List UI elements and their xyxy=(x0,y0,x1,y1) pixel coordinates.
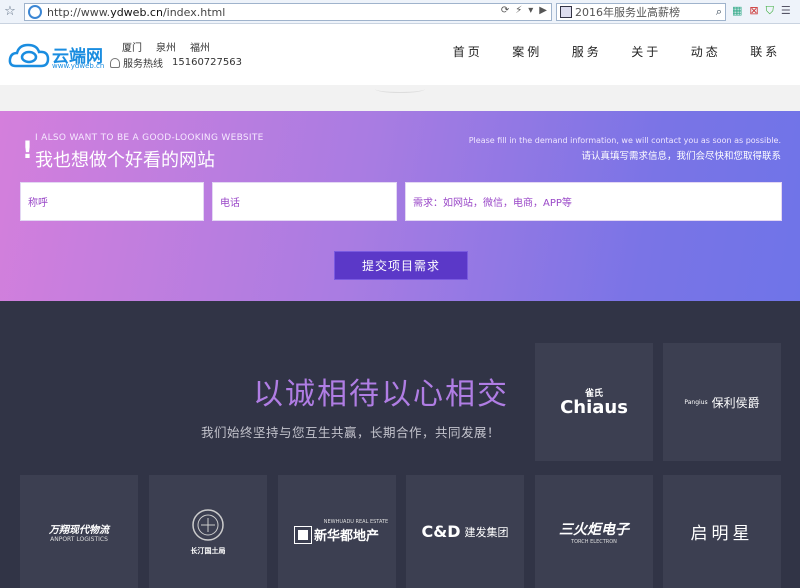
dropdown-arrow-icon[interactable]: ▾ xyxy=(528,5,533,16)
nav-item-news[interactable]: 动态 xyxy=(676,43,736,60)
city-item[interactable]: 厦门 xyxy=(122,39,142,54)
hotline-number: 15160727563 xyxy=(172,57,242,68)
client-tile-anport[interactable]: 万翔现代物流 ANPORT LOGISTICS xyxy=(20,475,138,588)
search-engine-icon[interactable] xyxy=(560,6,572,18)
client-logo-en: TORCH ELECTRON xyxy=(571,538,617,545)
apps-icon[interactable]: ▦ xyxy=(732,4,742,18)
partners-section: 以诚相待以心相交 我们始终坚持与您互生共赢，长期合作，共同发展！ 雀氏 Chia… xyxy=(0,301,800,588)
go-arrow-icon[interactable]: ▶ xyxy=(539,5,547,16)
client-logo-en: C&D xyxy=(421,522,461,541)
search-icon[interactable]: ⌕ xyxy=(716,5,722,19)
client-logo-cn: 新华都地产 xyxy=(313,529,379,544)
shield-icon[interactable]: ⛉ xyxy=(766,4,774,18)
client-logo: Chiaus xyxy=(560,397,628,418)
nav-item-about[interactable]: 关于 xyxy=(617,43,677,60)
logo[interactable]: 云端网 www.ydweb.cn xyxy=(8,40,108,76)
client-logo-cn: 启明星 xyxy=(690,524,754,544)
search-input[interactable]: 2016年服务业高薪榜 xyxy=(575,4,707,20)
client-logo-cn: 长汀国土局 xyxy=(190,546,226,555)
emblem-icon xyxy=(192,508,224,541)
name-field[interactable]: 称呼 xyxy=(20,182,204,221)
bell-icon xyxy=(110,57,120,68)
grid-logo-icon xyxy=(293,525,312,544)
refresh-icon[interactable]: ⟳ xyxy=(501,5,509,16)
close-icon[interactable]: ⊠ xyxy=(749,4,758,18)
cloud-logo-icon xyxy=(8,43,50,68)
menu-icon[interactable]: ☰ xyxy=(781,4,791,18)
lightning-icon[interactable]: ⚡ xyxy=(515,5,522,16)
submit-button[interactable]: 提交项目需求 xyxy=(334,251,468,280)
divider-arc xyxy=(375,85,425,93)
globe-icon xyxy=(28,5,42,19)
client-logo-cn: 万翔现代物流 xyxy=(49,524,109,536)
hotline: 服务热线 15160727563 xyxy=(110,55,242,70)
client-logo: C&D 建发集团 xyxy=(422,522,509,541)
search-bar[interactable]: 2016年服务业高薪榜 ⌕ xyxy=(556,3,726,21)
city-list: 厦门 泉州 福州 xyxy=(122,39,210,54)
toolbar-icons: ▦ ⊠ ⛉ ☰ xyxy=(732,4,791,18)
notice-cn: 请认真填写需求信息，我们会尽快和您取得联系 xyxy=(581,151,781,162)
nav-item-cases[interactable]: 案例 xyxy=(498,43,558,60)
nav-item-home[interactable]: 首页 xyxy=(438,43,498,60)
client-logo: 新华都地产 xyxy=(293,525,379,544)
section-title: 我也想做个好看的网站 xyxy=(35,150,215,171)
client-tile-cnd[interactable]: C&D 建发集团 xyxy=(406,475,524,588)
client-tile-changting[interactable]: 长汀国土局 xyxy=(149,475,267,588)
client-logo-en: Pangius xyxy=(684,398,708,406)
address-bar[interactable]: http://www.ydweb.cn/index.html ⟳ ⚡ ▾ ▶ xyxy=(24,3,552,21)
hotline-label: 服务热线 xyxy=(123,59,163,70)
client-tile-torch[interactable]: 三火炬电子 TORCH ELECTRON xyxy=(535,475,653,588)
client-logo-cn: 保利侯爵 xyxy=(711,395,760,410)
address-bar-icons: ⟳ ⚡ ▾ ▶ xyxy=(501,5,547,16)
partners-slogan: 以诚相待以心相交 xyxy=(253,377,509,412)
requirement-field[interactable]: 需求：如网站，微信，电商，APP等 xyxy=(405,182,782,221)
client-tile-poly[interactable]: Pangius 保利侯爵 xyxy=(663,343,781,461)
url-text: http://www.ydweb.cn/index.html xyxy=(47,5,226,19)
city-item[interactable]: 泉州 xyxy=(156,39,176,54)
client-tile-chiaus[interactable]: 雀氏 Chiaus xyxy=(535,343,653,461)
partners-subtitle: 我们始终坚持与您互生共赢，长期合作，共同发展！ xyxy=(201,425,501,440)
client-tile-newhuadu[interactable]: NEWHUADU REAL ESTATE 新华都地产 xyxy=(278,475,396,588)
nav-item-services[interactable]: 服务 xyxy=(557,43,617,60)
client-logo-cn: 三火炬电子 xyxy=(559,521,629,538)
client-logo-en: ANPORT LOGISTICS xyxy=(50,535,108,543)
client-logo: Pangius 保利侯爵 xyxy=(684,394,759,411)
section-title-en: I ALSO WANT TO BE A GOOD-LOOKING WEBSITE xyxy=(35,133,264,143)
client-tile-qimingxing[interactable]: 启明星 xyxy=(663,475,781,588)
city-item[interactable]: 福州 xyxy=(190,39,210,54)
demand-form-section: ! I ALSO WANT TO BE A GOOD-LOOKING WEBSI… xyxy=(0,111,800,301)
notice-en: Please fill in the demand information, w… xyxy=(468,136,781,145)
main-nav: 首页 案例 服务 关于 动态 联系 xyxy=(438,43,795,60)
site-header: 云端网 www.ydweb.cn 厦门 泉州 福州 服务热线 151607275… xyxy=(0,24,800,85)
browser-toolbar: ☆ http://www.ydweb.cn/index.html ⟳ ⚡ ▾ ▶… xyxy=(0,0,800,24)
exclamation-icon: ! xyxy=(22,136,33,164)
phone-field[interactable]: 电话 xyxy=(212,182,397,221)
logo-subtext: www.ydweb.cn xyxy=(52,62,105,70)
client-logo-cn: 建发集团 xyxy=(464,525,509,539)
divider-strip xyxy=(0,85,800,111)
bookmark-star-icon[interactable]: ☆ xyxy=(0,4,20,19)
nav-item-contact[interactable]: 联系 xyxy=(736,43,796,60)
